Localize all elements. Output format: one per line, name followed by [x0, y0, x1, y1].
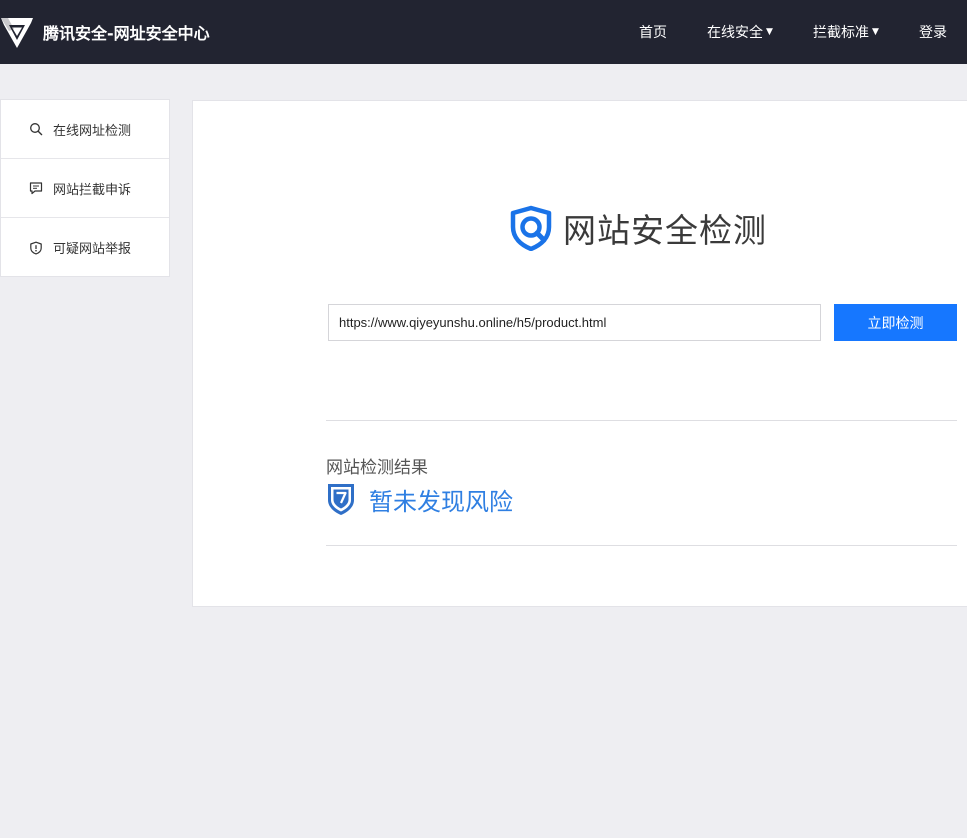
nav-login-label: 登录 — [919, 25, 947, 41]
shield-check-icon — [328, 484, 354, 515]
result-label: 网站检测结果 — [326, 458, 428, 478]
url-input[interactable] — [328, 304, 821, 341]
shield-alert-icon — [30, 241, 42, 254]
brand[interactable]: 腾讯安全-网址安全中心 — [0, 14, 210, 50]
page-title: 网站安全检测 — [563, 211, 767, 250]
result-status: 暂未发现风险 — [326, 481, 513, 517]
sidebar-item-report[interactable]: 可疑网站举报 — [1, 218, 169, 277]
result-text: 暂未发现风险 — [369, 487, 513, 516]
nav-online-security[interactable]: 在线安全 ▼ — [707, 0, 773, 64]
page-heading: 网站安全检测 — [509, 205, 767, 251]
nav-login[interactable]: 登录 — [919, 0, 947, 64]
brand-title: 腾讯安全-网址安全中心 — [43, 24, 210, 43]
nav-online-security-label: 在线安全 — [707, 25, 763, 41]
sidebar-item-label: 网站拦截申诉 — [53, 182, 132, 198]
search-icon — [30, 123, 43, 136]
nav-home[interactable]: 首页 — [639, 0, 667, 64]
check-now-button[interactable]: 立即检测 — [834, 304, 957, 341]
sidebar-item-label: 在线网址检测 — [53, 123, 132, 139]
caret-down-icon: ▼ — [872, 27, 879, 37]
shield-search-logo-icon — [510, 205, 552, 251]
divider — [326, 420, 957, 421]
sidebar-item-url-check[interactable]: 在线网址检测 — [1, 100, 169, 159]
sidebar: 在线网址检测 网站拦截申诉 可疑网站举报 — [0, 99, 170, 277]
nav-home-label: 首页 — [639, 25, 667, 41]
sidebar-item-label: 可疑网站举报 — [53, 242, 132, 257]
main-panel: 网站安全检测 立即检测 网站检测结果 暂未发现风险 — [192, 100, 967, 607]
top-navigation-bar: 腾讯安全-网址安全中心 首页 在线安全 ▼ 拦截标准 ▼ 登录 — [0, 0, 967, 64]
nav-block-standard-label: 拦截标准 — [813, 25, 869, 41]
message-icon — [29, 182, 43, 195]
divider — [326, 545, 957, 546]
sidebar-item-appeal[interactable]: 网站拦截申诉 — [1, 159, 169, 218]
nav-block-standard[interactable]: 拦截标准 ▼ — [813, 0, 879, 64]
tencent-security-logo-icon — [1, 18, 33, 48]
caret-down-icon: ▼ — [766, 27, 773, 37]
